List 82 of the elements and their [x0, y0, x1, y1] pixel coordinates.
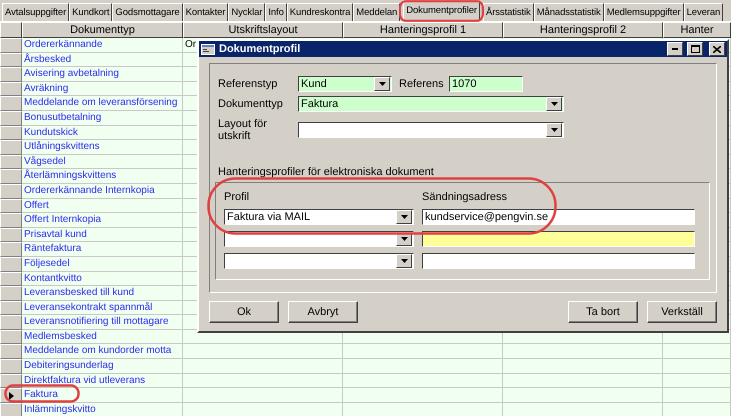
- table-cell[interactable]: Kontantkvitto: [22, 272, 183, 286]
- table-cell[interactable]: Debiteringsunderlag: [22, 359, 183, 374]
- maximize-button[interactable]: [687, 42, 703, 56]
- table-cell[interactable]: Utlåningskvittens: [22, 140, 183, 155]
- table-cell[interactable]: Offert: [22, 198, 183, 214]
- current-row-icon: [8, 392, 14, 400]
- maximize-icon: [690, 45, 700, 53]
- document-type-dropdown[interactable]: Faktura: [298, 96, 564, 112]
- tab[interactable]: Årsstatistik: [482, 3, 534, 21]
- tab[interactable]: Månadsstatistik: [534, 3, 604, 21]
- tab[interactable]: Kontakter: [182, 3, 228, 21]
- table-cell[interactable]: Kundutskick: [22, 126, 183, 140]
- column-header[interactable]: Dokumenttyp: [22, 22, 183, 38]
- tab[interactable]: Avtalsuppgifter: [2, 3, 70, 21]
- address-field[interactable]: [422, 253, 695, 269]
- tab[interactable]: Kundreskontra: [286, 3, 354, 21]
- table-cell[interactable]: Bonusutbetalning: [22, 110, 183, 126]
- table-cell[interactable]: Leveransbesked till kund: [22, 286, 183, 301]
- column-label: Profil: [224, 191, 250, 203]
- dropdown-arrow-icon: [550, 128, 558, 132]
- table-cell: [663, 344, 731, 360]
- table-cell: [663, 359, 731, 374]
- field-label: Dokumenttyp: [218, 98, 284, 110]
- table-cell[interactable]: Avräkning: [22, 82, 183, 96]
- table-cell[interactable]: Årsbesked: [22, 52, 183, 68]
- tab[interactable]: Kundkort: [69, 3, 112, 21]
- section-label: Hanteringsprofiler för elektroniska dokument: [218, 166, 435, 178]
- tab[interactable]: Medlemsuppgifter: [604, 3, 684, 21]
- column-header[interactable]: Hanteringsprofil 2: [503, 22, 663, 38]
- window-title: Dokumentprofil: [219, 43, 302, 55]
- tab[interactable]: Info: [265, 3, 287, 21]
- table-cell[interactable]: Vågsedel: [22, 154, 183, 170]
- table-cell[interactable]: Ordererkännande Internkopia: [22, 184, 183, 199]
- tab[interactable]: Nycklar: [228, 3, 266, 21]
- address-field[interactable]: [422, 231, 695, 247]
- table-cell[interactable]: Meddelande om leveransförsening: [22, 96, 183, 111]
- table-cell[interactable]: Återlämningskvittens: [22, 169, 183, 184]
- dropdown-arrow-icon: [400, 237, 408, 241]
- dialog-button[interactable]: Ta bort: [568, 301, 638, 323]
- column-header[interactable]: Hanter: [663, 22, 731, 38]
- table-cell[interactable]: Avisering avbetalning: [22, 67, 183, 82]
- table-cell[interactable]: Ordererkännande: [22, 38, 183, 53]
- profile-dropdown[interactable]: Faktura via MAIL: [224, 209, 414, 225]
- table-cell[interactable]: Inlämningskvitto: [22, 402, 183, 416]
- table-cell[interactable]: Offert Internkopia: [22, 213, 183, 228]
- table-cell[interactable]: Leveransnotifiering till mottagare: [22, 315, 183, 330]
- column-label: Sändningsadress: [422, 191, 508, 203]
- dropdown-arrow-icon: [400, 259, 408, 263]
- table-cell[interactable]: Följesedel: [22, 256, 183, 272]
- window-icon: [201, 44, 215, 54]
- table-cell[interactable]: Medlemsbesked: [22, 330, 183, 344]
- field-label: Layout för utskrift: [218, 118, 268, 142]
- minimize-button[interactable]: [667, 42, 683, 56]
- table-cell: [663, 374, 731, 388]
- table-cell[interactable]: Meddelande om kundorder motta: [22, 344, 183, 360]
- dialog-button[interactable]: Ok: [209, 301, 279, 323]
- table-cell[interactable]: Direktfaktura vid utleverans: [22, 374, 183, 388]
- profile-dropdown[interactable]: [224, 253, 414, 269]
- table-cell[interactable]: Prisavtal kund: [22, 228, 183, 242]
- dialog-button[interactable]: Verkställ: [647, 301, 717, 323]
- reference-type-dropdown[interactable]: Kund: [298, 76, 392, 92]
- minimize-icon: [672, 48, 678, 50]
- table-cell[interactable]: Leveransekontrakt spannmål: [22, 300, 183, 316]
- address-field[interactable]: kundservice@pengvin.se: [422, 209, 695, 225]
- layout-dropdown[interactable]: [298, 122, 564, 138]
- column-header[interactable]: Hanteringsprofil 1: [343, 22, 503, 38]
- table-cell[interactable]: Faktura: [22, 388, 183, 403]
- reference-field[interactable]: 1070: [449, 76, 523, 92]
- dropdown-arrow-icon: [400, 215, 408, 219]
- field-label: Referenstyp: [218, 78, 278, 90]
- table-cell[interactable]: Räntefaktura: [22, 242, 183, 257]
- table-cell: [663, 388, 731, 403]
- tab[interactable]: Godsmottagare: [112, 3, 183, 21]
- column-header[interactable]: Utskriftslayout: [183, 22, 343, 38]
- dialog-button[interactable]: Avbryt: [288, 301, 358, 323]
- close-icon: [713, 46, 721, 52]
- tab[interactable]: Leveran: [684, 3, 724, 21]
- dropdown-arrow-icon: [378, 82, 386, 86]
- tab[interactable]: Meddelan: [353, 3, 400, 21]
- dropdown-arrow-icon: [550, 102, 558, 106]
- close-button[interactable]: [709, 42, 725, 56]
- field-label: Referens: [399, 78, 445, 90]
